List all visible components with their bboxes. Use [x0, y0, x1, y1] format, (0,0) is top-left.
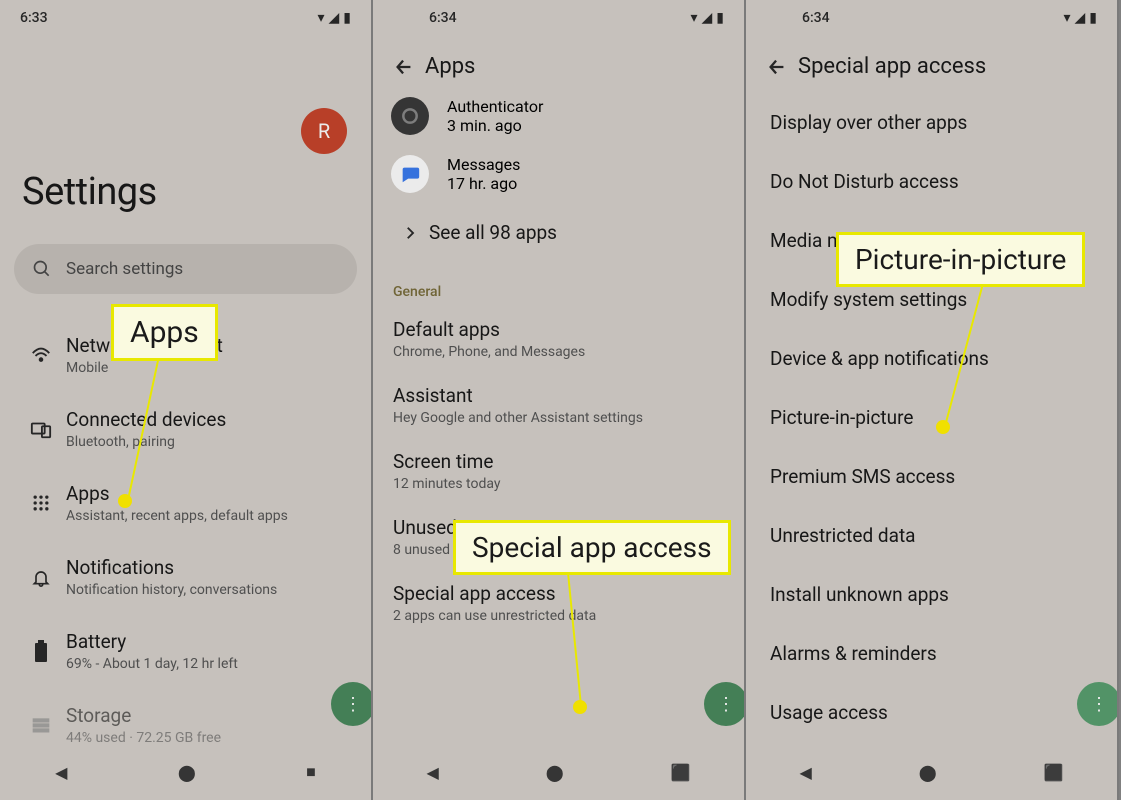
status-icons: ▾◢▮	[313, 10, 351, 26]
nav-back[interactable]: ◀	[799, 763, 811, 782]
see-all-apps[interactable]: See all 98 apps	[373, 203, 744, 262]
authenticator-icon	[391, 97, 429, 135]
fab-button[interactable]: ⋮	[331, 682, 373, 726]
nav-bar: ◀ ⬤ ■	[0, 744, 371, 800]
nav-bar: ◀ ⬤ ⬛	[373, 744, 744, 800]
item-install-unknown[interactable]: Install unknown apps	[746, 565, 1117, 624]
item-display-over-apps[interactable]: Display over other apps	[746, 93, 1117, 152]
nav-home[interactable]: ⬤	[546, 763, 564, 782]
status-icons: ▾◢▮	[1059, 10, 1097, 26]
settings-item-notifications[interactable]: NotificationsNotification history, conve…	[0, 540, 371, 614]
app-bar: Special app access	[746, 36, 1117, 93]
status-bar: 6:34 ▾◢▮	[746, 0, 1117, 36]
fab-button[interactable]: ⋮	[704, 682, 746, 726]
highlight-dot	[118, 494, 132, 508]
storage-icon	[22, 715, 60, 735]
callout-pip: Picture-in-picture	[836, 232, 1085, 287]
item-dnd-access[interactable]: Do Not Disturb access	[746, 152, 1117, 211]
bell-icon	[22, 566, 60, 588]
item-device-notifications[interactable]: Device & app notifications	[746, 329, 1117, 388]
item-premium-sms[interactable]: Premium SMS access	[746, 447, 1117, 506]
item-alarms-reminders[interactable]: Alarms & reminders	[746, 624, 1117, 683]
fab-button[interactable]: ⋮	[1077, 682, 1119, 726]
recent-app-authenticator[interactable]: Authenticator3 min. ago	[373, 87, 744, 145]
nav-back[interactable]: ◀	[426, 763, 438, 782]
callout-special-app-access: Special app access	[453, 520, 731, 575]
nav-home[interactable]: ⬤	[919, 763, 937, 782]
header-title: Special app access	[798, 54, 986, 79]
section-general: General	[373, 262, 744, 306]
chevron-right-icon	[391, 224, 429, 242]
back-button[interactable]	[756, 56, 798, 78]
messages-icon	[391, 155, 429, 193]
search-placeholder: Search settings	[66, 259, 183, 279]
search-input[interactable]: Search settings	[14, 244, 357, 294]
item-picture-in-picture[interactable]: Picture-in-picture	[746, 388, 1117, 447]
nav-home[interactable]: ⬤	[178, 763, 196, 782]
back-button[interactable]	[383, 56, 425, 78]
nav-overview[interactable]: ■	[306, 762, 316, 782]
battery-icon	[22, 640, 60, 662]
nav-back[interactable]: ◀	[55, 763, 67, 782]
status-time: 6:34	[393, 10, 686, 26]
apps-icon	[22, 493, 60, 513]
settings-item-apps[interactable]: AppsAssistant, recent apps, default apps	[0, 466, 371, 540]
item-special-app-access[interactable]: Special app access2 apps can use unrestr…	[373, 570, 744, 636]
item-default-apps[interactable]: Default appsChrome, Phone, and Messages	[373, 306, 744, 372]
devices-icon	[22, 418, 60, 440]
callout-apps: Apps	[111, 304, 218, 361]
settings-item-battery[interactable]: Battery69% - About 1 day, 12 hr left	[0, 614, 371, 688]
app-bar: Apps	[373, 36, 744, 93]
settings-item-connected[interactable]: Connected devicesBluetooth, pairing	[0, 392, 371, 466]
recent-app-messages[interactable]: Messages17 hr. ago	[373, 145, 744, 203]
status-bar: 6:34 ▾◢▮	[373, 0, 744, 36]
avatar[interactable]: R	[301, 108, 347, 154]
item-usage-access[interactable]: Usage access	[746, 683, 1117, 742]
header-title: Apps	[425, 54, 475, 79]
status-icons: ▾◢▮	[686, 10, 724, 26]
status-time: 6:34	[766, 10, 1059, 26]
search-icon	[32, 259, 52, 279]
wifi-icon	[22, 344, 60, 366]
status-bar: 6:33 ▾◢▮	[0, 0, 371, 36]
highlight-dot	[573, 700, 587, 714]
item-assistant[interactable]: AssistantHey Google and other Assistant …	[373, 372, 744, 438]
nav-overview[interactable]: ⬛	[671, 763, 691, 782]
item-screen-time[interactable]: Screen time12 minutes today	[373, 438, 744, 504]
nav-overview[interactable]: ⬛	[1044, 763, 1064, 782]
item-unrestricted-data[interactable]: Unrestricted data	[746, 506, 1117, 565]
highlight-dot	[936, 420, 950, 434]
status-time: 6:33	[20, 10, 313, 26]
nav-bar: ◀ ⬤ ⬛	[746, 744, 1117, 800]
